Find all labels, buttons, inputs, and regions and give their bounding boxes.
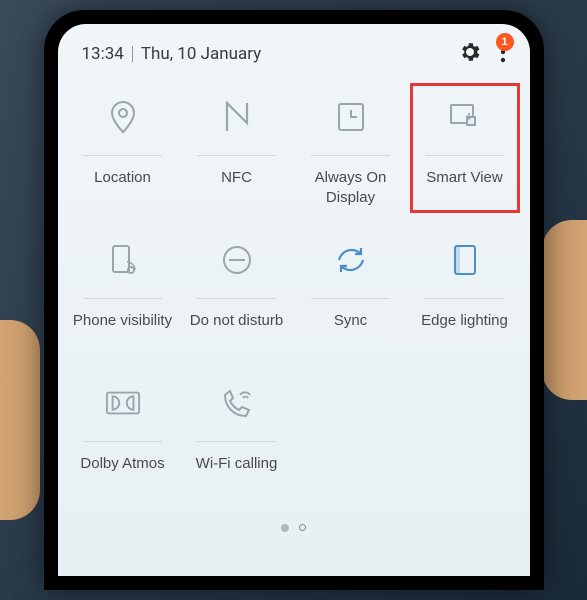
tile-label: Sync xyxy=(334,311,367,351)
tile-label: Edge lighting xyxy=(421,311,508,351)
hand-left xyxy=(0,320,40,520)
divider xyxy=(425,298,505,299)
tile-label: Wi-Fi calling xyxy=(196,454,278,494)
smart-view-icon xyxy=(447,99,483,135)
divider xyxy=(311,155,391,156)
tile-label: Always On Display xyxy=(298,168,404,208)
phone-frame: 13:34 Thu, 10 January 1 xyxy=(44,10,544,590)
notification-badge: 1 xyxy=(496,33,514,51)
page-indicator xyxy=(58,514,530,542)
status-bar: 13:34 Thu, 10 January 1 xyxy=(58,24,530,77)
quick-settings-grid: Location NFC Alwa xyxy=(58,77,530,514)
hand-right xyxy=(542,220,587,400)
phone-screen: 13:34 Thu, 10 January 1 xyxy=(58,24,530,576)
tile-label: Phone visibility xyxy=(73,311,172,351)
tile-phone-visibility[interactable]: Phone visibility xyxy=(66,228,180,371)
status-right: 1 xyxy=(458,40,506,67)
status-date: Thu, 10 January xyxy=(141,44,261,64)
divider xyxy=(197,298,277,299)
divider xyxy=(197,155,277,156)
phone-visibility-icon xyxy=(105,242,141,278)
gear-icon xyxy=(458,40,482,64)
tile-smart-view[interactable]: Smart View xyxy=(408,85,522,228)
nfc-icon xyxy=(219,99,255,135)
tile-location[interactable]: Location xyxy=(66,85,180,228)
status-left: 13:34 Thu, 10 January xyxy=(82,44,262,64)
dolby-icon xyxy=(105,385,141,421)
edge-lighting-icon xyxy=(447,242,483,278)
clock-time: 13:34 xyxy=(82,44,124,64)
sync-icon xyxy=(333,242,369,278)
tile-always-on-display[interactable]: Always On Display xyxy=(294,85,408,228)
divider xyxy=(425,155,505,156)
divider xyxy=(132,46,133,62)
tile-sync[interactable]: Sync xyxy=(294,228,408,371)
do-not-disturb-icon xyxy=(219,242,255,278)
divider xyxy=(83,155,163,156)
clock-display-icon xyxy=(333,99,369,135)
tile-label: Location xyxy=(94,168,151,208)
tile-edge-lighting[interactable]: Edge lighting xyxy=(408,228,522,371)
divider xyxy=(197,441,277,442)
divider xyxy=(311,298,391,299)
settings-button[interactable] xyxy=(458,40,482,67)
divider xyxy=(83,298,163,299)
tile-label: Do not disturb xyxy=(190,311,283,351)
page-dot-active xyxy=(281,524,289,532)
tile-wifi-calling[interactable]: Wi-Fi calling xyxy=(180,371,294,514)
tile-label: Dolby Atmos xyxy=(80,454,164,494)
tile-nfc[interactable]: NFC xyxy=(180,85,294,228)
location-icon xyxy=(105,99,141,135)
tile-do-not-disturb[interactable]: Do not disturb xyxy=(180,228,294,371)
page-dot xyxy=(299,524,306,531)
wifi-calling-icon xyxy=(219,385,255,421)
menu-button[interactable]: 1 xyxy=(500,41,506,66)
tile-label: Smart View xyxy=(426,168,502,208)
tile-label: NFC xyxy=(221,168,252,208)
tile-dolby-atmos[interactable]: Dolby Atmos xyxy=(66,371,180,514)
divider xyxy=(83,441,163,442)
